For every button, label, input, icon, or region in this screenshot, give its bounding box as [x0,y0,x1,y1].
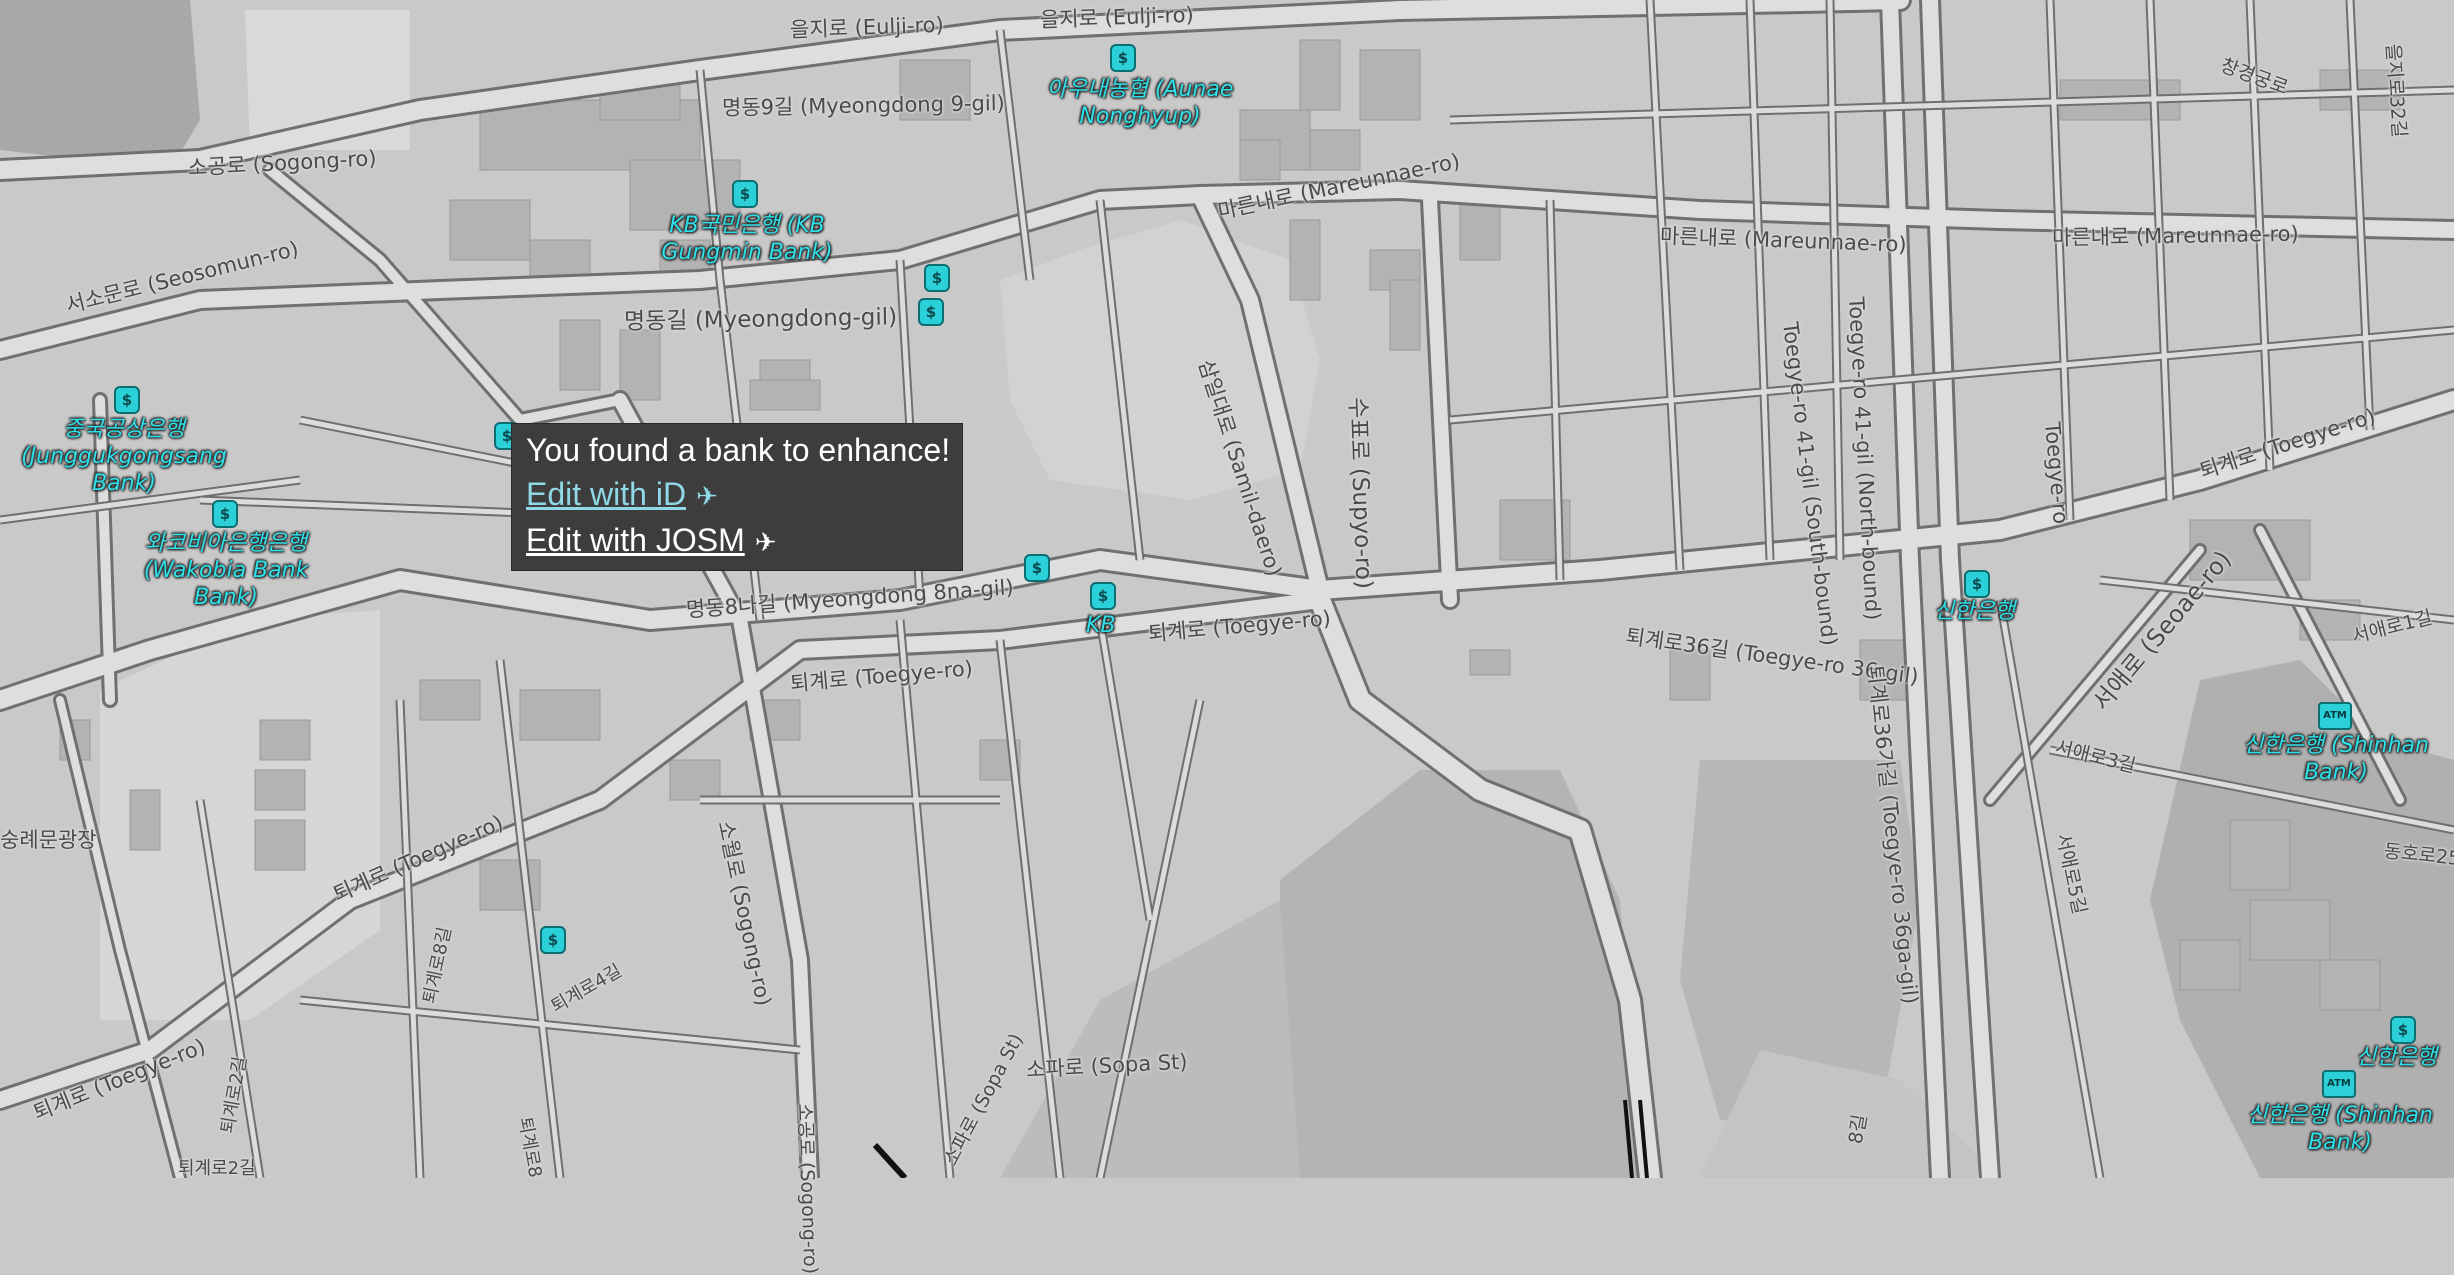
edit-with-id-link[interactable]: Edit with iD ✈ [526,476,718,513]
atm-icon-shinhan-1[interactable]: ATM [2318,702,2352,730]
road-label-eulji: 을지로 (Eulji-ro) [789,12,945,42]
road-label-myeongdong-9: 명동9길 (Myeongdong 9-gil) [721,91,1005,120]
poi-label-kb[interactable]: KB [1086,612,1116,639]
bank-icon-wakobia[interactable]: $ [212,500,238,528]
road-label-mareunnae-3: 마른내로 (Mareunnae-ro) [2051,221,2299,250]
road-label-toegye-2gil-2: 퇴계로2길 [178,1158,256,1179]
poi-label-shinhan-2[interactable]: 신한은행 [2356,1044,2437,1071]
poi-label-shinhan-1[interactable]: 신한은행 [1934,598,2015,625]
road-label-8gil: 8길 [1844,1112,1872,1146]
bank-icon-junggukgongsang[interactable]: $ [114,386,140,414]
bank-icon-southwest[interactable]: $ [540,926,566,954]
external-edit-icon[interactable]: ✈ [755,527,777,558]
edit-with-josm-label[interactable]: Edit with JOSM [526,522,745,558]
road-label-myeongdong: 명동길 (Myeongdong-gil) [623,304,898,335]
popup-title: You found a bank to enhance! [526,432,951,468]
poi-label-aunae[interactable]: 아우내농협 (Aunae Nonghyup) [1030,76,1250,130]
bank-icon-myeongdong-1[interactable]: $ [924,264,950,292]
poi-label-wakobia[interactable]: 와코비아은행은행 (Wakobia Bank Bank) [136,530,316,611]
external-edit-icon[interactable]: ✈ [696,481,718,512]
bank-icon-myeongdong-2[interactable]: $ [918,298,944,326]
bank-icon-shinhan-1[interactable]: $ [1964,570,1990,598]
edit-with-id-label[interactable]: Edit with iD [526,476,686,512]
road-label-sungnyemun: 숭례문광장 [0,828,97,852]
poi-label-kb-gungmin[interactable]: KB국민은행 (KB Gungmin Bank) [656,212,838,266]
bank-icon-toegye[interactable]: $ [1024,554,1050,582]
edit-with-josm-link[interactable]: Edit with JOSM ✈ [526,522,777,559]
bank-icon-kb-gungmin[interactable]: $ [732,180,758,208]
poi-label-junggukgongsang[interactable]: 중국공상은행 (Junggukgongsang Bank) [14,416,234,497]
poi-label-shinhan-bank-2[interactable]: 신한은행 (Shinhan Bank) [2240,1102,2440,1156]
atm-icon-shinhan-2[interactable]: ATM [2322,1070,2356,1098]
bank-icon-kb[interactable]: $ [1090,582,1116,610]
park-area [0,0,200,170]
poi-label-shinhan-bank-1[interactable]: 신한은행 (Shinhan Bank) [2236,732,2436,786]
road-label-eulji-2: 을지로 (Eulji-ro) [1039,2,1195,32]
bank-icon-shinhan-2[interactable]: $ [2390,1016,2416,1044]
road-label-supyo: 수표로 (Supyo-ro) [1344,396,1377,590]
map-canvas[interactable] [0,0,2454,1178]
bank-popup: You found a bank to enhance! Edit with i… [512,424,962,570]
bank-icon-aunae[interactable]: $ [1110,44,1136,72]
